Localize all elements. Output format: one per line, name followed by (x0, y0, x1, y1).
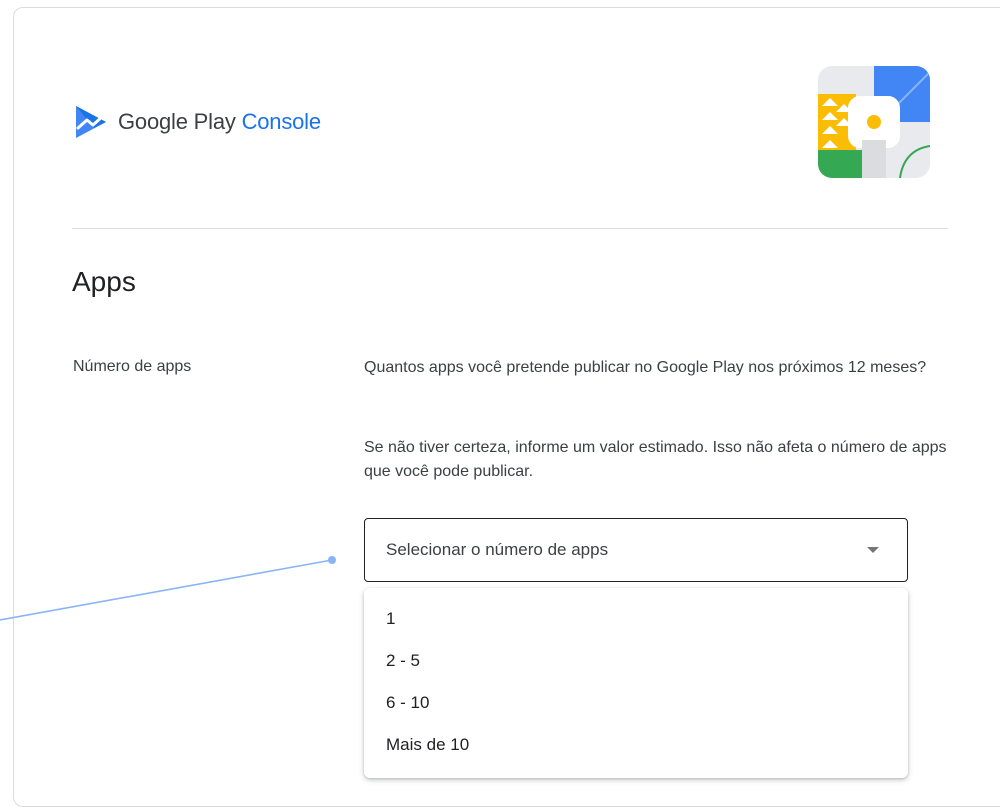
play-console-logo: Google Play Console (74, 104, 321, 140)
select-option[interactable]: 1 (364, 598, 908, 640)
header-divider (72, 228, 948, 229)
brand-google-play: Google Play (118, 109, 236, 134)
brand-console: Console (241, 109, 322, 134)
number-of-apps-select[interactable]: Selecionar o número de apps (364, 518, 908, 582)
brand-name: Google Play Console (118, 109, 321, 135)
select-option[interactable]: Mais de 10 (364, 724, 908, 766)
field-question: Quantos apps você pretende publicar no G… (364, 359, 927, 376)
section-title: Apps (72, 266, 136, 297)
select-option[interactable]: 2 - 5 (364, 640, 908, 682)
field-hint: Se não tiver certeza, informe um valor e… (364, 439, 947, 480)
dropdown-caret-icon (867, 547, 879, 553)
field-label-number-of-apps: Número de apps (73, 358, 192, 375)
header-illustration (818, 66, 930, 178)
play-console-logo-icon (76, 106, 106, 138)
select-placeholder: Selecionar o número de apps (386, 540, 609, 559)
select-options-menu: 1 2 - 5 6 - 10 Mais de 10 (364, 588, 908, 778)
select-option[interactable]: 6 - 10 (364, 682, 908, 724)
